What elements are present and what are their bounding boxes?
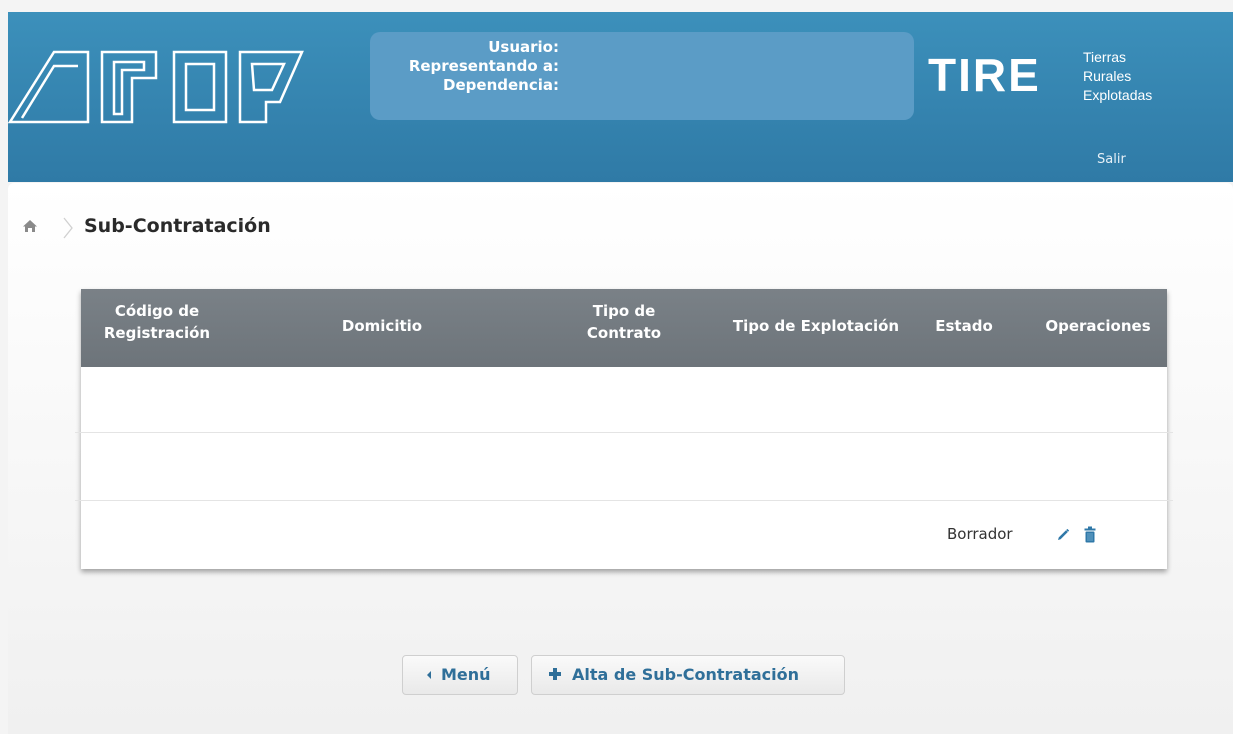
alta-subcontratacion-button[interactable]: Alta de Sub-Contratación <box>531 655 845 695</box>
plus-icon <box>548 666 562 685</box>
alta-button-label: Alta de Sub-Contratación <box>572 665 800 684</box>
representando-label: Representando a: <box>408 57 559 75</box>
trash-icon[interactable] <box>1083 526 1097 547</box>
app-name: TIRE <box>928 49 1041 101</box>
column-header-operaciones: Operaciones <box>1045 317 1151 335</box>
pencil-icon[interactable] <box>1055 527 1071 547</box>
column-header-tipo-explotacion: Tipo de Explotación <box>732 317 900 335</box>
column-header-line: Registración <box>103 324 211 342</box>
app-subtitle: Tierras Rurales Explotadas <box>1083 48 1152 105</box>
dependencia-label: Dependencia: <box>443 76 559 94</box>
column-header-codigo: Código de Registración <box>81 300 233 344</box>
menu-button-label: Menú <box>441 665 491 684</box>
subcontratacion-table: Código de Registración Domicitio Tipo de… <box>75 289 1173 569</box>
table-header: Código de Registración Domicitio Tipo de… <box>81 289 1167 367</box>
column-header-line: Tipo de <box>592 302 656 320</box>
row-divider <box>75 500 1173 501</box>
logout-link[interactable]: Salir <box>1097 152 1126 167</box>
afip-logo <box>7 38 308 132</box>
usuario-label: Usuario: <box>488 38 559 56</box>
page-title: Sub-Contratación <box>84 215 271 237</box>
row-divider <box>75 432 1173 433</box>
app-header: Usuario: Representando a: Dependencia: T… <box>7 12 1233 182</box>
app-subtitle-line: Rurales <box>1083 68 1132 84</box>
home-icon[interactable] <box>22 218 38 237</box>
column-header-line: Código de <box>114 302 200 320</box>
app-subtitle-line: Tierras <box>1083 49 1127 65</box>
menu-button[interactable]: Menú <box>402 655 518 695</box>
column-header-estado: Estado <box>935 317 993 335</box>
column-header-tipo-contrato: Tipo de Contrato <box>551 300 697 344</box>
user-info-box: Usuario: Representando a: Dependencia: <box>370 32 914 120</box>
column-header-line: Contrato <box>586 324 662 342</box>
estado-cell: Borrador <box>947 525 1013 543</box>
column-header-domicilio: Domicitio <box>341 317 423 335</box>
breadcrumb-separator-icon <box>62 217 74 243</box>
app-subtitle-line: Explotadas <box>1083 87 1153 103</box>
chevron-left-icon <box>425 666 433 685</box>
